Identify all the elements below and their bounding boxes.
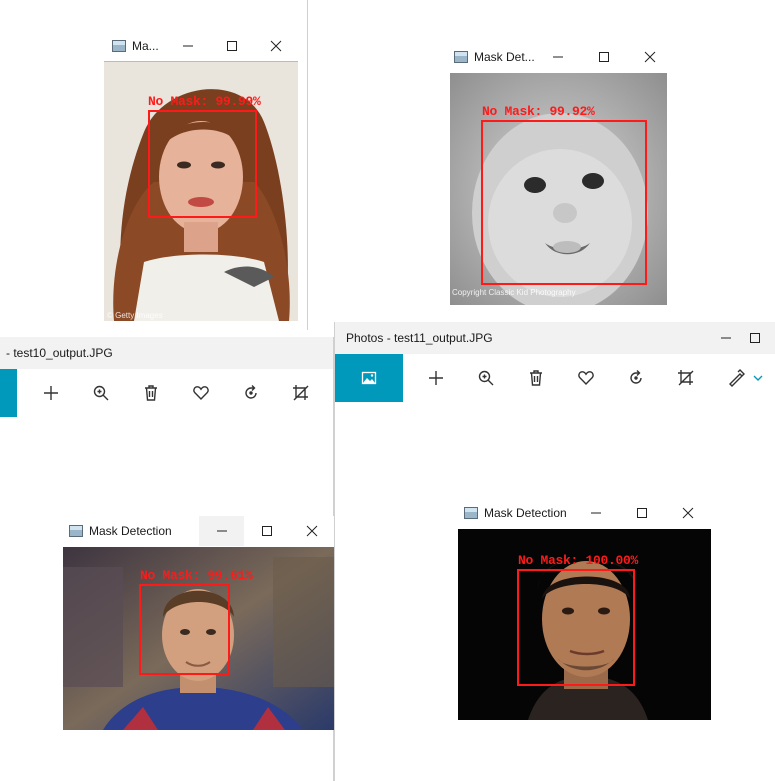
detection-label: No Mask: 99.61% bbox=[140, 568, 253, 583]
app-icon bbox=[112, 40, 126, 52]
close-icon bbox=[306, 525, 317, 537]
chevron-down-icon bbox=[753, 375, 763, 381]
rotate-button[interactable] bbox=[226, 369, 276, 417]
detection-label: No Mask: 99.99% bbox=[148, 94, 261, 109]
minimize-button[interactable] bbox=[573, 498, 619, 528]
minimize-icon bbox=[721, 337, 731, 339]
face-bounding-box bbox=[517, 569, 635, 686]
minimize-icon bbox=[591, 512, 601, 514]
zoom-button[interactable] bbox=[76, 369, 126, 417]
edit-icon bbox=[729, 369, 745, 387]
app-icon bbox=[454, 51, 468, 63]
favorite-icon bbox=[578, 371, 594, 386]
minimize-icon bbox=[216, 530, 227, 532]
detection-label: No Mask: 100.00% bbox=[518, 553, 639, 568]
close-icon bbox=[270, 40, 282, 52]
crop-icon bbox=[293, 385, 309, 401]
rotate-icon bbox=[245, 385, 257, 399]
close-icon bbox=[644, 51, 656, 63]
window-titlebar[interactable]: Mask Detection bbox=[458, 498, 711, 528]
window-titlebar[interactable]: Mask Det... bbox=[450, 42, 667, 72]
window-title: Ma... bbox=[132, 39, 159, 53]
add-icon bbox=[429, 371, 443, 385]
app-icon bbox=[464, 507, 478, 519]
maximize-button[interactable] bbox=[244, 516, 289, 546]
minimize-button[interactable] bbox=[166, 31, 210, 61]
edit-dropdown-button[interactable] bbox=[751, 354, 765, 402]
close-button[interactable] bbox=[289, 516, 334, 546]
minimize-icon bbox=[552, 56, 563, 58]
add-button[interactable] bbox=[411, 354, 461, 402]
edit-button[interactable] bbox=[721, 354, 751, 402]
detection-image: No Mask: 99.61% bbox=[63, 547, 334, 730]
maximize-button[interactable] bbox=[749, 322, 775, 354]
favorite-button[interactable] bbox=[561, 354, 611, 402]
face-bounding-box bbox=[139, 584, 230, 675]
close-button[interactable] bbox=[254, 31, 298, 61]
mask-detection-window-2: Mask Det... No Mask: 99.92% Copyright Cl… bbox=[450, 42, 667, 305]
favorite-icon bbox=[193, 386, 209, 401]
delete-icon bbox=[530, 370, 542, 386]
app-icon bbox=[69, 525, 83, 537]
maximize-icon bbox=[637, 508, 647, 518]
crop-button[interactable] bbox=[276, 369, 326, 417]
window-title: - test10_output.JPG bbox=[6, 346, 113, 360]
add-icon bbox=[44, 386, 58, 400]
detection-image: No Mask: 100.00% bbox=[458, 529, 711, 720]
close-icon bbox=[682, 507, 694, 519]
detection-label: No Mask: 99.92% bbox=[482, 104, 595, 119]
zoom-icon bbox=[478, 370, 494, 386]
window-titlebar[interactable]: Photos - test11_output.JPG bbox=[335, 322, 775, 354]
window-titlebar[interactable]: Ma... bbox=[104, 31, 298, 61]
window-title: Mask Detection bbox=[484, 506, 567, 520]
crop-button[interactable] bbox=[661, 354, 711, 402]
image-view-tab[interactable] bbox=[0, 369, 17, 417]
face-bounding-box bbox=[481, 120, 647, 285]
photos-toolbar bbox=[0, 369, 333, 417]
detection-image: No Mask: 99.92% Copyright Classic Kid Ph… bbox=[450, 73, 667, 305]
delete-button[interactable] bbox=[126, 369, 176, 417]
window-title: Mask Detection bbox=[89, 524, 172, 538]
maximize-icon bbox=[598, 52, 609, 62]
zoom-button[interactable] bbox=[461, 354, 511, 402]
image-icon bbox=[361, 371, 377, 385]
maximize-button[interactable] bbox=[581, 42, 627, 72]
delete-button[interactable] bbox=[511, 354, 561, 402]
favorite-button[interactable] bbox=[176, 369, 226, 417]
rotate-icon bbox=[630, 370, 642, 384]
minimize-button[interactable] bbox=[703, 322, 749, 354]
minimize-button[interactable] bbox=[535, 42, 581, 72]
add-button[interactable] bbox=[26, 369, 76, 417]
maximize-button[interactable] bbox=[619, 498, 665, 528]
window-titlebar[interactable]: - test10_output.JPG bbox=[0, 337, 333, 369]
mask-detection-window-4: Mask Detection No Mask: 100.00% bbox=[458, 498, 711, 720]
close-button[interactable] bbox=[627, 42, 667, 72]
minimize-button[interactable] bbox=[199, 516, 244, 546]
rotate-button[interactable] bbox=[611, 354, 661, 402]
image-watermark: © Getty Images bbox=[107, 311, 163, 320]
minimize-icon bbox=[183, 45, 193, 47]
detection-image: No Mask: 99.99% © Getty Images bbox=[104, 62, 298, 321]
photos-toolbar bbox=[335, 354, 775, 402]
crop-icon bbox=[678, 370, 694, 386]
maximize-button[interactable] bbox=[210, 31, 254, 61]
maximize-icon bbox=[750, 333, 760, 343]
window-title: Photos - test11_output.JPG bbox=[346, 331, 493, 345]
zoom-icon bbox=[93, 385, 109, 401]
image-view-tab[interactable] bbox=[335, 354, 403, 402]
window-title: Mask Det... bbox=[474, 50, 535, 64]
face-bounding-box bbox=[148, 110, 257, 218]
maximize-icon bbox=[261, 526, 272, 536]
mask-detection-window-1: Ma... No Mask: 99.99% © Getty Images bbox=[104, 31, 298, 321]
background-window-edge bbox=[307, 0, 308, 330]
window-titlebar[interactable]: Mask Detection bbox=[63, 516, 334, 546]
mask-detection-window-3: Mask Detection No Mask: 99.61% bbox=[63, 516, 334, 730]
maximize-icon bbox=[227, 41, 237, 51]
delete-icon bbox=[145, 385, 157, 401]
close-button[interactable] bbox=[665, 498, 711, 528]
image-watermark: Copyright Classic Kid Photography bbox=[452, 288, 576, 297]
